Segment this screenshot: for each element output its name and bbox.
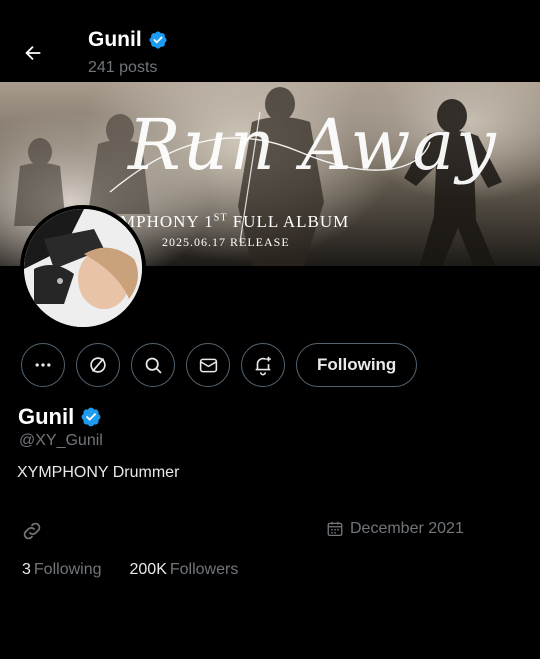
grok-icon — [90, 357, 106, 373]
link-icon — [23, 522, 41, 540]
joined-date: December 2021 — [326, 520, 464, 538]
more-button[interactable] — [21, 343, 65, 387]
followers-stat[interactable]: 200K Followers — [130, 561, 239, 579]
following-count: 3 — [22, 561, 31, 578]
banner-release-date: 2025.06.17 RELEASE — [162, 235, 290, 249]
header-title: Gunil — [88, 28, 168, 52]
back-arrow-icon — [25, 45, 41, 61]
verified-badge-icon — [81, 407, 101, 427]
joined-date-text: December 2021 — [350, 520, 464, 537]
message-button[interactable] — [186, 343, 230, 387]
profile-link[interactable] — [20, 519, 44, 543]
profile-header: Gunil 241 posts — [0, 0, 540, 82]
header-name: Gunil — [88, 28, 142, 51]
avatar-photo — [24, 209, 142, 327]
more-icon — [35, 363, 51, 367]
back-button[interactable] — [18, 38, 48, 68]
following-button[interactable]: Following — [296, 343, 418, 387]
profile-bio: XYMPHONY Drummer — [17, 464, 180, 481]
notifications-button[interactable] — [241, 343, 285, 387]
followers-count: 200K — [129, 561, 167, 578]
following-stat-label: Following — [33, 561, 102, 578]
follow-stats: 3 Following 200K Followers — [22, 561, 238, 579]
profile-name: Gunil — [18, 404, 102, 430]
followers-stat-label: Followers — [169, 561, 239, 578]
search-icon — [145, 357, 161, 373]
banner-album-text: MPHONY 1ST FULL ALBUM — [120, 212, 350, 231]
profile-actions: Following — [21, 343, 418, 387]
banner-title-script: Run Away — [128, 104, 498, 186]
profile-handle: @XY_Gunil — [19, 432, 103, 449]
post-count: 241 posts — [88, 59, 158, 76]
calendar-icon — [327, 521, 343, 537]
profile-avatar[interactable] — [20, 205, 146, 331]
verified-badge-icon — [149, 31, 167, 49]
following-stat[interactable]: 3 Following — [22, 561, 102, 579]
grok-button[interactable] — [76, 343, 120, 387]
search-button[interactable] — [131, 343, 175, 387]
message-icon — [199, 358, 217, 372]
profile-display-name: Gunil — [18, 404, 75, 429]
notification-bell-icon — [255, 356, 271, 376]
